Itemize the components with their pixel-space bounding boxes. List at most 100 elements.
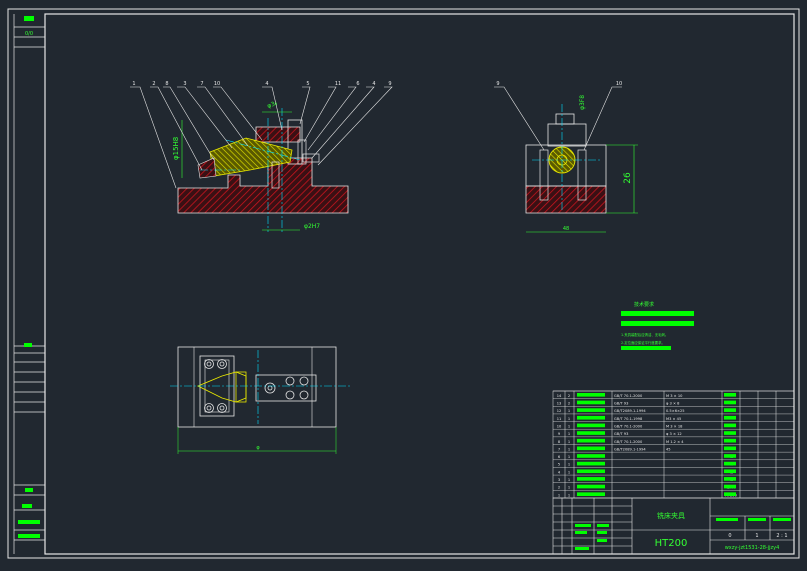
bom-cell-spec: 45 (666, 447, 671, 451)
bom-cell-std: GB/T 70.1-2000 (614, 425, 643, 429)
bom-cell-no: 10 (557, 425, 562, 429)
bom-cell-no: 14 (557, 394, 562, 398)
bom-note-block (724, 469, 736, 474)
bom-cell-no: 3 (558, 478, 560, 482)
bom-cell-std: GB/T 93 (614, 432, 628, 436)
bom-name-block (577, 415, 605, 420)
scale-value-3: 2 : 1 (776, 533, 787, 539)
side-dim-height: 26 (623, 172, 633, 184)
front-view (130, 86, 393, 232)
bom-cell-qty: 1 (568, 478, 570, 482)
bom-cell-spec: 0.5×6×25 (666, 409, 685, 413)
tech-req-line-2: 2.定位面应保证平行度要求。 (621, 340, 665, 345)
bom-note-block (724, 423, 736, 428)
callout: 4 (265, 81, 268, 87)
bom-note-block (724, 461, 736, 466)
callout: 9 (388, 81, 391, 87)
bom-name-block (577, 477, 605, 481)
callout: 4 (372, 81, 375, 87)
callout: 10 (214, 81, 220, 87)
bom-cell-no: 2 (558, 486, 560, 490)
tech-req-line-1: 1.夹具装配后应清洁、无毛刺。 (621, 332, 668, 337)
bom-note-block (724, 454, 736, 458)
bom-cell-qty: 1 (568, 425, 570, 429)
bom-cell-qty: 1 (568, 463, 570, 467)
bom-note-block (724, 438, 736, 443)
tech-requirements: 技术要求 1.夹具装配后应清洁、无毛刺。 2.定位面应保证平行度要求。 (621, 301, 694, 350)
bom-note-block (724, 400, 736, 405)
bom-name-block (577, 438, 605, 443)
callout: 5 (306, 81, 309, 87)
bom-name-block (577, 469, 605, 474)
bom-cell-qty: 2 (568, 402, 570, 406)
side-dim-width: 48 (563, 226, 569, 232)
front-view-callouts: 1 2 8 3 7 10 4 5 11 6 4 9 (132, 81, 391, 87)
side-callout-right: 10 (616, 81, 622, 87)
callout: 3 (183, 81, 186, 87)
callout: 2 (152, 81, 155, 87)
bom-cell-qty: 1 (568, 440, 570, 444)
bom-note-block (724, 408, 736, 412)
bom-cell-no: 13 (557, 402, 562, 406)
bom-name-block (577, 431, 605, 435)
bom-cell-spec: φ 3 × 8 (666, 402, 680, 406)
tech-req-title: 技术要求 (634, 301, 654, 308)
left-strip (13, 14, 45, 554)
bom-cell-std: GB/T2089.1-1994 (614, 447, 646, 451)
bom-name-block (577, 492, 605, 496)
side-base (525, 185, 607, 214)
bom-cell-qty: 1 (568, 493, 570, 497)
bom-cell-spec: M 3 × 18 (666, 425, 683, 429)
bom-cell-std: GB/T 93 (614, 402, 628, 406)
scale-value-1: 0 (728, 533, 731, 539)
bom-note-block (724, 484, 736, 489)
bom-cell-qty: 1 (568, 470, 570, 474)
clamp-block (255, 126, 301, 143)
callout: 11 (335, 81, 341, 87)
bom-note-block (724, 415, 736, 420)
bom-name-block (577, 393, 605, 397)
bom-cell-std: GB/T 70.1-2000 (614, 394, 643, 398)
scale-value-2: 1 (755, 533, 758, 539)
bom-cell-no: 7 (558, 447, 560, 451)
bom-cell-spec: φ 3 × 12 (666, 432, 682, 436)
drawing-material: HT200 (655, 538, 688, 549)
bom-cell-std: GB/T 70.1-2000 (614, 440, 643, 444)
dim-bottom: φ2H7 (304, 223, 320, 230)
bom-cell-no: 4 (558, 470, 561, 474)
bom-cell-qty: 1 (568, 409, 570, 413)
bom-cell-qty: 1 (568, 432, 570, 436)
bom-cell-no: 6 (558, 455, 561, 459)
bom-note-block (724, 393, 736, 397)
bom-note-block (724, 446, 736, 451)
strip-top-label: 0/0 (25, 31, 33, 37)
bom-cell-std: GB/T 70.1-1998 (614, 417, 643, 421)
side-view (494, 86, 638, 233)
bom-cell-qty: 1 (568, 417, 570, 421)
bom-cell-qty: 2 (568, 394, 570, 398)
callout: 8 (165, 81, 168, 87)
bom-name-block (577, 408, 605, 412)
callout: 1 (132, 81, 135, 87)
bom-cell-spec: M 1.2 × 4 (666, 440, 684, 444)
drawing-canvas: 0/0 1 2 8 3 7 10 4 5 11 6 4 9 φ3₀ φ15H8 … (7, 8, 800, 559)
bom-name-block (577, 446, 605, 451)
bom-cell-no: 8 (558, 440, 561, 444)
top-view (170, 346, 350, 454)
top-dim-width: φ (256, 445, 260, 451)
cad-drawing-viewport[interactable]: 0/0 1 2 8 3 7 10 4 5 11 6 4 9 φ3₀ φ15H8 … (0, 0, 807, 567)
bom-cell-spec: M 3 × 10 (666, 394, 683, 398)
bom-note-block (724, 492, 736, 496)
file-name: wxzy-jzt1531-28-jjzy4 (725, 545, 780, 551)
bom-name-block (577, 423, 605, 428)
left-strip-blocks (18, 16, 40, 538)
side-top-cap (555, 113, 575, 125)
drawing-name: 铣床夹具 (657, 511, 685, 520)
bom-cell-qty: 1 (568, 455, 570, 459)
side-dim-top: φ3F8 (579, 95, 586, 110)
bom-note-block (724, 477, 736, 481)
callout: 6 (356, 81, 359, 87)
callout: 7 (200, 81, 203, 87)
bom-cell-no: 12 (557, 409, 562, 413)
bom-cell-qty: 1 (568, 486, 570, 490)
